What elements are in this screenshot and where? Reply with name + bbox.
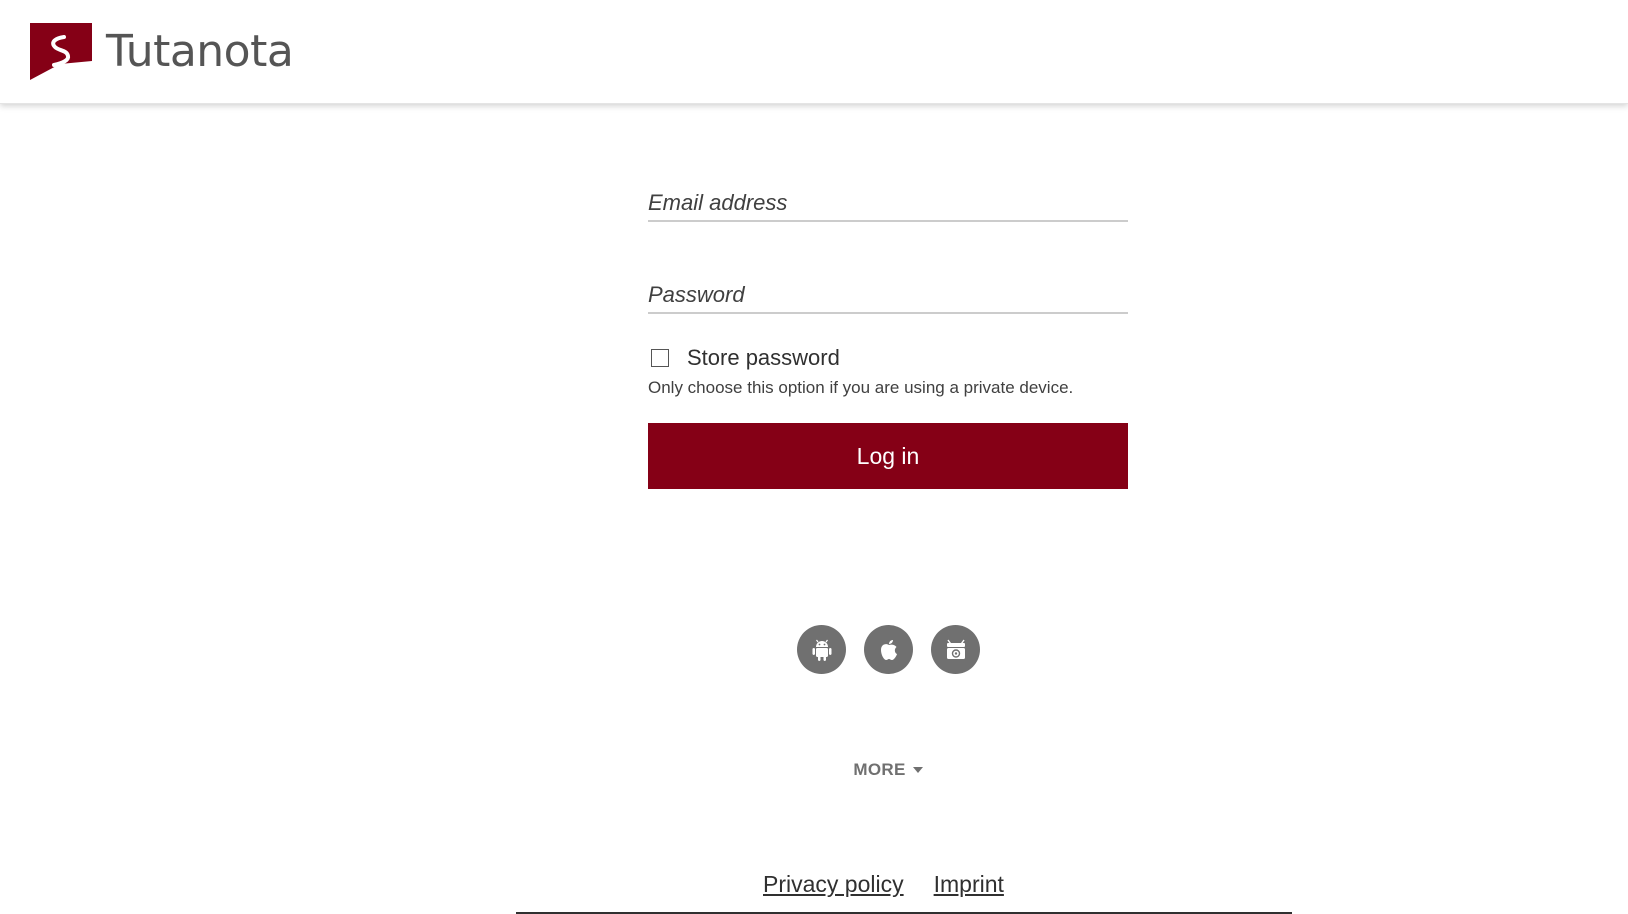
- page: Tutanota Store password Only choose this…: [0, 0, 1628, 914]
- store-password-hint: Only choose this option if you are using…: [648, 378, 1074, 397]
- logo-text-light: Tuta: [106, 25, 197, 77]
- apple-icon: [880, 639, 897, 660]
- tutanota-logo-icon: [30, 23, 92, 80]
- footer-links: Privacy policy Imprint: [763, 871, 1004, 898]
- store-password-row: Store password: [648, 344, 1128, 372]
- store-password-label[interactable]: Store password: [687, 345, 840, 371]
- imprint-link[interactable]: Imprint: [934, 871, 1004, 898]
- fdroid-icon: [946, 639, 965, 659]
- logo[interactable]: Tutanota: [30, 23, 294, 80]
- header: Tutanota: [0, 0, 1628, 104]
- more-button[interactable]: MORE: [853, 760, 923, 780]
- caret-down-icon: [912, 767, 923, 773]
- ios-app-button[interactable]: [864, 625, 913, 674]
- password-field-container: [648, 272, 1128, 314]
- more-label: MORE: [853, 760, 906, 779]
- login-button[interactable]: Log in: [648, 423, 1128, 489]
- privacy-policy-link[interactable]: Privacy policy: [763, 871, 904, 898]
- password-field[interactable]: [648, 282, 1128, 308]
- fdroid-app-button[interactable]: [931, 625, 980, 674]
- logo-text-bold: nota: [196, 25, 294, 77]
- app-store-links: [797, 625, 980, 674]
- login-form: Store password Only choose this option i…: [648, 180, 1128, 489]
- store-password-checkbox[interactable]: [651, 349, 669, 367]
- android-icon: [812, 639, 831, 661]
- email-field-container: [648, 180, 1128, 222]
- more-toggle-container: MORE: [0, 760, 1628, 780]
- android-app-button[interactable]: [797, 625, 846, 674]
- email-field[interactable]: [648, 190, 1128, 216]
- logo-wordmark: Tutanota: [106, 29, 294, 74]
